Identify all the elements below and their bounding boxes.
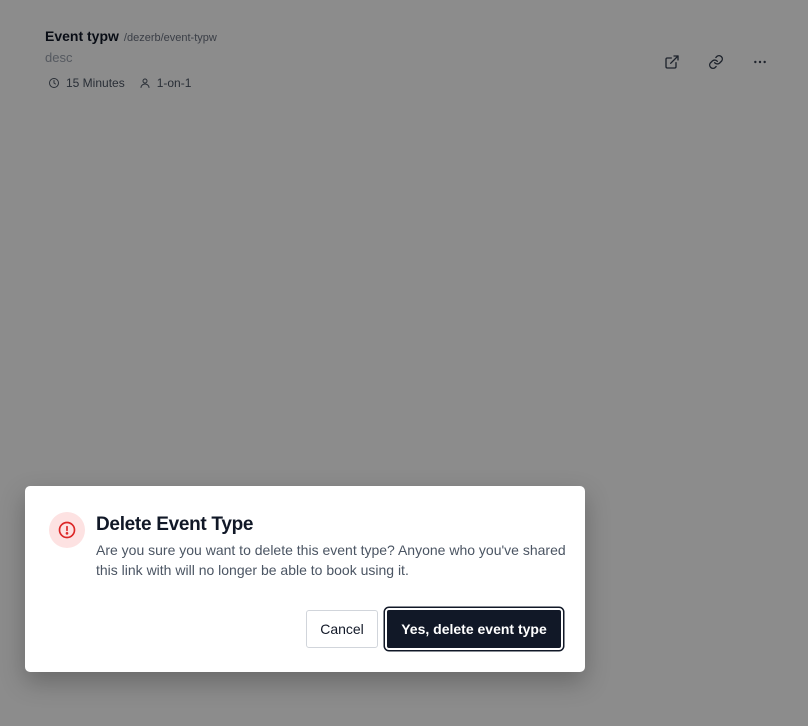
alert-circle-icon <box>58 521 76 539</box>
cancel-button[interactable]: Cancel <box>306 610 378 648</box>
dialog-message: Are you sure you want to delete this eve… <box>96 542 566 578</box>
warning-icon-badge <box>49 512 85 548</box>
dialog-title: Delete Event Type <box>96 514 254 535</box>
confirm-delete-button[interactable]: Yes, delete event type <box>385 608 563 650</box>
delete-confirm-dialog: Delete Event Type Are you sure you want … <box>25 486 585 672</box>
app-stage: Event typw /dezerb/event-typw desc 15 Mi… <box>0 0 808 726</box>
